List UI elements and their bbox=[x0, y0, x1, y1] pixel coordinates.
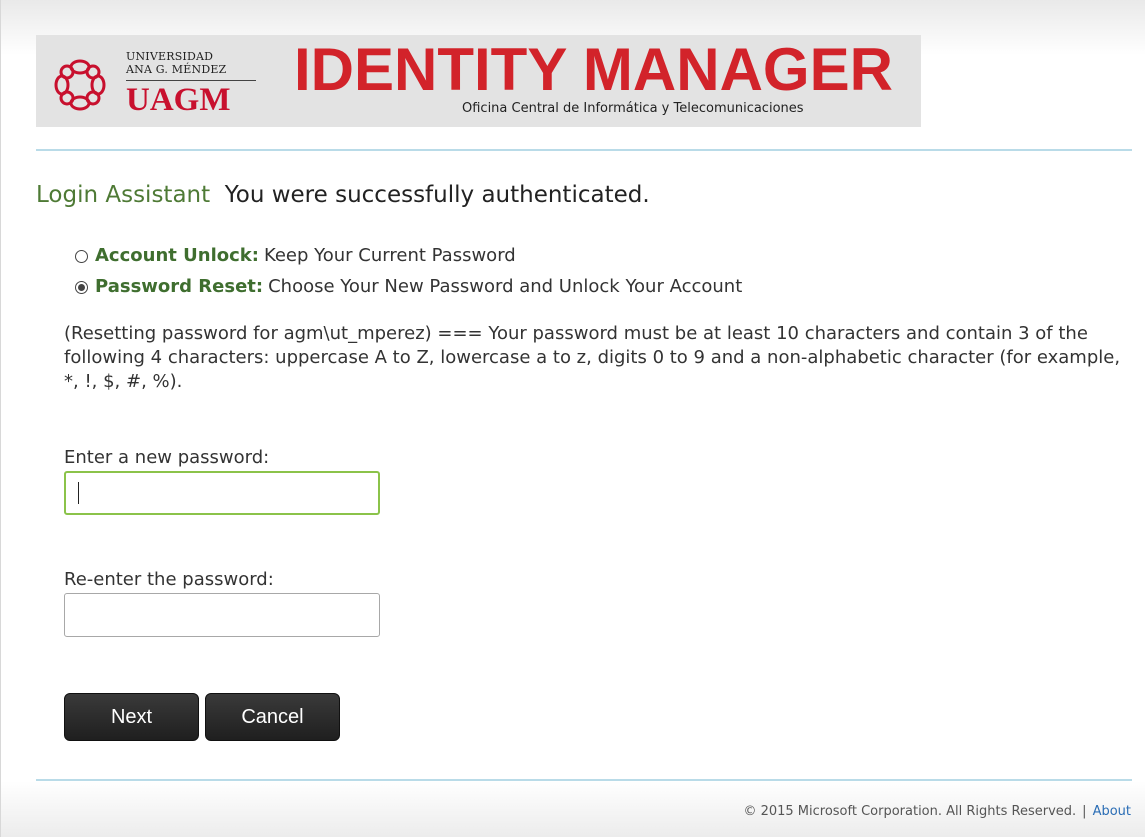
new-password-input[interactable] bbox=[64, 471, 380, 515]
account-unlock-radio[interactable] bbox=[75, 249, 88, 263]
university-name-line2: ANA G. MÉNDEZ bbox=[126, 63, 227, 76]
university-name-line1: UNIVERSIDAD bbox=[126, 50, 214, 63]
text-caret bbox=[78, 482, 79, 504]
new-password-label: Enter a new password: bbox=[64, 447, 270, 468]
university-name: UNIVERSIDAD ANA G. MÉNDEZ bbox=[126, 50, 226, 76]
uagm-logo: UNIVERSIDAD ANA G. MÉNDEZ UAGM bbox=[46, 41, 276, 121]
university-abbreviation: UAGM bbox=[126, 82, 231, 118]
product-title: IDENTITY MANAGER bbox=[294, 36, 893, 103]
heading-message: You were successfully authenticated. bbox=[217, 182, 650, 208]
footer-separator: | bbox=[1082, 804, 1087, 819]
about-link[interactable]: About bbox=[1093, 804, 1131, 819]
page-frame: UNIVERSIDAD ANA G. MÉNDEZ UAGM IDENTITY … bbox=[0, 0, 1145, 837]
option-password-reset[interactable]: Password Reset: Choose Your New Password… bbox=[75, 276, 742, 298]
account-unlock-description: Keep Your Current Password bbox=[263, 245, 516, 266]
university-seal-icon bbox=[54, 59, 106, 111]
product-subtitle: Oficina Central de Informática y Telecom… bbox=[462, 101, 804, 116]
cancel-button[interactable]: Cancel bbox=[205, 693, 340, 741]
next-button[interactable]: Next bbox=[64, 693, 199, 741]
password-reset-description: Choose Your New Password and Unlock Your… bbox=[268, 276, 743, 297]
header-divider bbox=[36, 149, 1132, 151]
option-account-unlock[interactable]: Account Unlock: Keep Your Current Passwo… bbox=[75, 245, 516, 267]
copyright-text: © 2015 Microsoft Corporation. All Rights… bbox=[743, 804, 1077, 819]
password-reset-radio[interactable] bbox=[75, 280, 88, 294]
page-heading: Login Assistant You were successfully au… bbox=[36, 180, 650, 210]
confirm-password-label: Re-enter the password: bbox=[64, 569, 274, 590]
heading-assistant: Login Assistant bbox=[36, 182, 211, 208]
password-reset-label: Password Reset: bbox=[95, 276, 264, 297]
confirm-password-input[interactable] bbox=[64, 593, 380, 637]
account-unlock-label: Account Unlock: bbox=[95, 245, 259, 266]
header-banner: UNIVERSIDAD ANA G. MÉNDEZ UAGM IDENTITY … bbox=[36, 35, 921, 127]
footer: © 2015 Microsoft Corporation. All Rights… bbox=[743, 804, 1131, 819]
heading-message-text: You were successfully authenticated. bbox=[224, 182, 650, 208]
password-requirements-text: (Resetting password for agm\ut_mperez) =… bbox=[64, 323, 1121, 392]
